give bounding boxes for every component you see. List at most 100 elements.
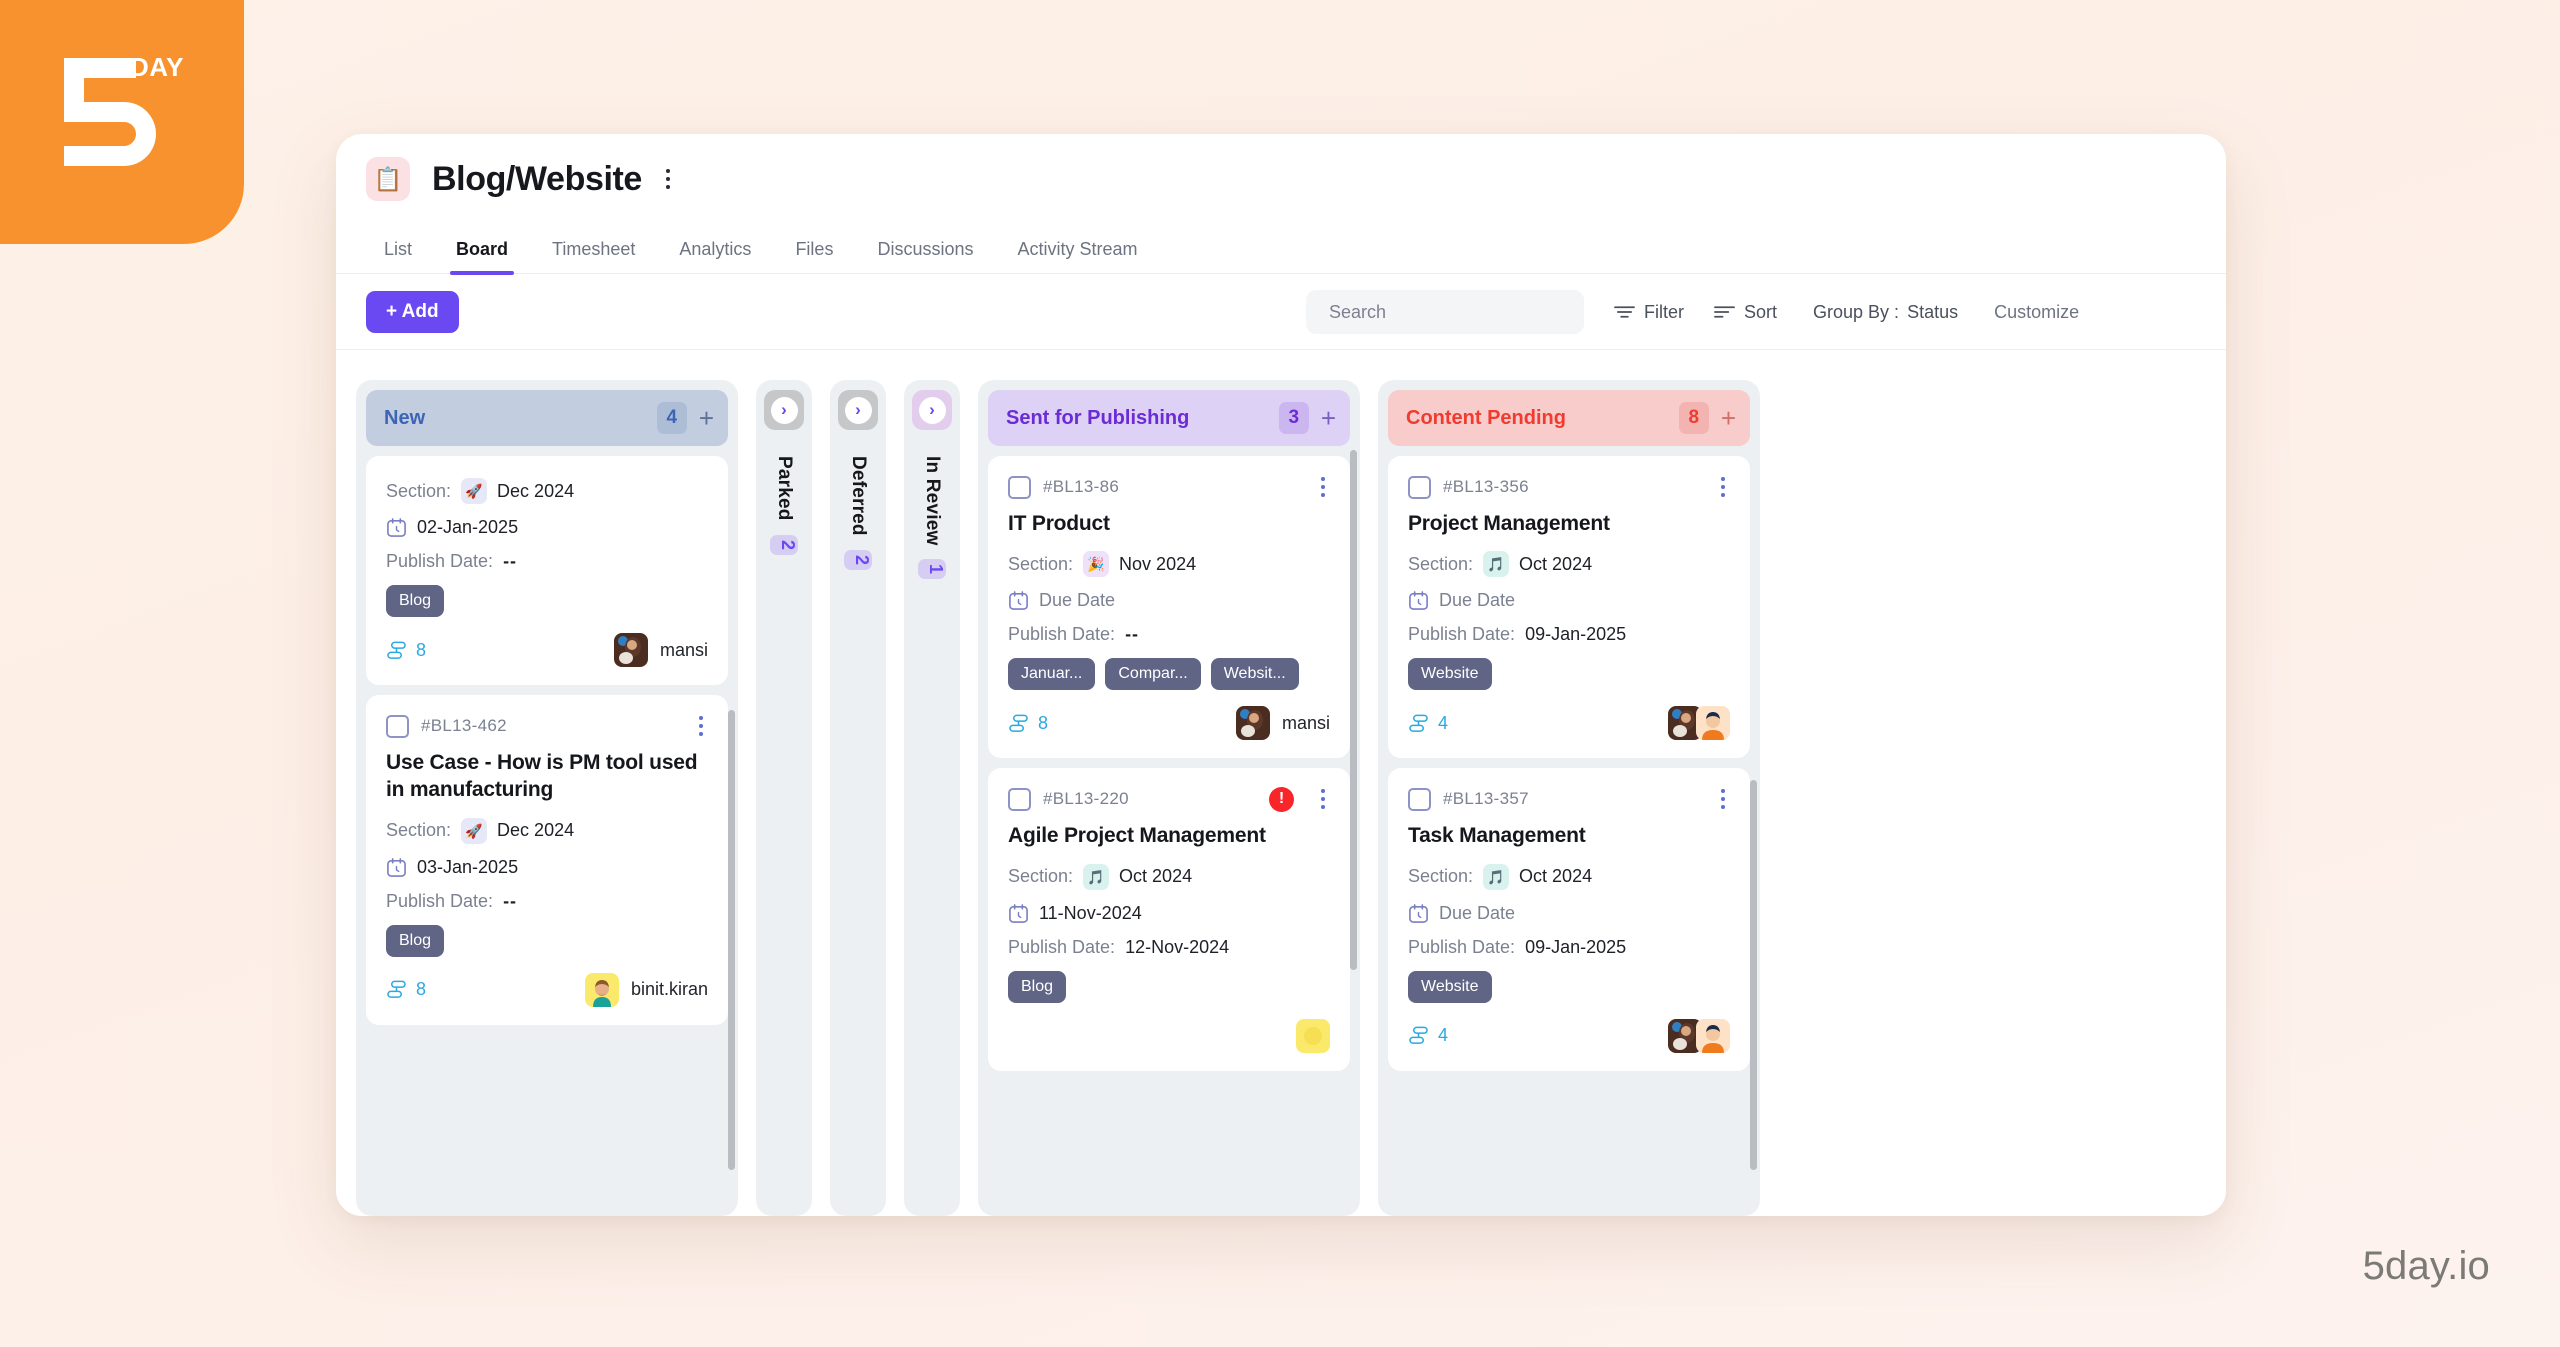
card-publish-row: Publish Date: 12-Nov-2024 (1008, 937, 1330, 958)
card-title: IT Product (1008, 512, 1110, 535)
chevron-right-icon[interactable]: › (918, 396, 946, 424)
card-checkbox[interactable] (386, 714, 409, 738)
assignee[interactable]: mansi (1235, 706, 1330, 741)
card-publish-row: Publish Date: -- (386, 551, 708, 572)
subtask-count[interactable]: 8 (386, 979, 426, 1000)
card-menu-icon[interactable] (1316, 474, 1330, 500)
task-card[interactable]: #BL13-220 ! Agile Project Management Sec… (988, 768, 1350, 1071)
column-title: Content Pending (1406, 406, 1566, 429)
alert-icon[interactable]: ! (1269, 786, 1294, 812)
tab-activity-stream[interactable]: Activity Stream (995, 239, 1159, 273)
calendar-icon (1008, 903, 1029, 924)
card-footer: 8 (386, 633, 708, 667)
subtask-count[interactable]: 4 (1408, 1025, 1448, 1046)
tag-chip[interactable]: Januar... (1008, 658, 1096, 691)
column-cards: #BL13-86 IT Product Section: 🎉 Nov 2024 (988, 456, 1350, 1071)
card-checkbox[interactable] (1408, 475, 1431, 499)
tag-chip[interactable]: Website (1408, 658, 1492, 691)
column-scrollbar[interactable] (728, 710, 735, 1170)
filter-button[interactable]: Filter (1614, 302, 1684, 323)
card-id: #BL13-220 (1043, 789, 1129, 809)
tag-chip[interactable]: Websit... (1210, 658, 1299, 691)
card-section-row: Section: 🎵 Oct 2024 (1408, 863, 1730, 890)
assignee-avatar-group[interactable] (1668, 706, 1730, 741)
column-add-icon[interactable]: + (1721, 405, 1736, 431)
subtask-count[interactable]: 8 (1008, 713, 1048, 734)
column-add-icon[interactable]: + (1321, 405, 1336, 431)
column-title: Deferred (848, 456, 869, 536)
column-expand-button[interactable]: › (838, 390, 878, 430)
tab-timesheet[interactable]: Timesheet (530, 239, 657, 273)
column-count: 3 (1278, 402, 1309, 434)
tag-chip[interactable]: Blog (1008, 970, 1067, 1003)
tag-chip[interactable]: Blog (386, 924, 445, 957)
subtask-count-value: 8 (416, 639, 427, 660)
card-publish-row: Publish Date: -- (386, 891, 708, 912)
column-scrollbar[interactable] (1350, 450, 1357, 970)
sort-button[interactable]: Sort (1714, 302, 1777, 323)
column-title: In Review (922, 456, 943, 546)
task-card[interactable]: #BL13-462 Use Case - How is PM tool used… (366, 695, 728, 1025)
card-due-date-row: Due Date (1408, 590, 1730, 611)
card-title: Agile Project Management (1008, 824, 1266, 848)
task-card[interactable]: #BL13-357 Task Management Section: 🎵 Oct… (1388, 768, 1750, 1071)
column-scrollbar[interactable] (1750, 780, 1757, 1170)
assignee-avatar-group[interactable] (1668, 1018, 1730, 1053)
chevron-right-icon[interactable]: › (844, 396, 872, 424)
tag-chip[interactable]: Website (1408, 970, 1492, 1003)
card-footer: 4 (1408, 1018, 1730, 1053)
card-due-date-row: Due Date (1008, 590, 1330, 611)
task-card[interactable]: Section: 🚀 Dec 2024 02-Jan-2025 Publish … (366, 456, 728, 685)
add-button[interactable]: + Add (366, 290, 459, 333)
task-card[interactable]: #BL13-356 Project Management Section: 🎵 … (1388, 456, 1750, 759)
column-header-new[interactable]: New 4 + (366, 390, 728, 446)
task-card[interactable]: #BL13-86 IT Product Section: 🎉 Nov 2024 (988, 456, 1350, 759)
kebab-menu-icon[interactable] (658, 163, 678, 195)
board-toolbar: + Add Filter (336, 274, 2226, 350)
assignee[interactable]: mansi (613, 633, 708, 667)
subtask-count[interactable]: 8 (386, 640, 426, 661)
avatar (584, 972, 619, 1007)
assignee[interactable] (1296, 1018, 1330, 1053)
card-menu-icon[interactable] (1316, 786, 1330, 812)
chevron-right-icon[interactable]: › (770, 396, 798, 424)
card-menu-icon[interactable] (694, 713, 708, 739)
tab-board[interactable]: Board (434, 239, 530, 275)
subtask-icon (387, 641, 406, 659)
column-header-content-pending[interactable]: Content Pending 8 + (1388, 390, 1750, 446)
board-column-parked[interactable]: › Parked 2 (756, 380, 812, 1216)
assignee[interactable]: binit.kiran (584, 972, 708, 1007)
card-checkbox[interactable] (1408, 787, 1431, 811)
card-footer: 4 (1408, 706, 1730, 741)
section-value: Oct 2024 (1119, 866, 1193, 887)
card-menu-icon[interactable] (1716, 474, 1730, 500)
column-expand-button[interactable]: › (912, 390, 952, 430)
card-menu-icon[interactable] (1716, 786, 1730, 812)
board-column-in-review[interactable]: › In Review 1 (904, 380, 960, 1216)
tab-list[interactable]: List (362, 239, 434, 273)
subtask-count[interactable]: 4 (1408, 713, 1448, 734)
customize-button[interactable]: Customize (1994, 302, 2079, 323)
section-label: Section: (1008, 553, 1074, 574)
section-value: Dec 2024 (497, 480, 575, 501)
tab-discussions[interactable]: Discussions (855, 239, 995, 273)
column-expand-button[interactable]: › (764, 390, 804, 430)
publish-label: Publish Date: (386, 890, 494, 911)
card-checkbox[interactable] (1008, 787, 1031, 811)
column-header-sent-for-publishing[interactable]: Sent for Publishing 3 + (988, 390, 1350, 446)
group-by-button[interactable]: Group By : Status (1813, 302, 1958, 323)
search-input[interactable] (1329, 301, 1561, 323)
column-add-icon[interactable]: + (699, 405, 714, 431)
publish-value: -- (503, 890, 518, 911)
search-box[interactable] (1306, 290, 1584, 334)
tab-analytics[interactable]: Analytics (657, 239, 773, 273)
tab-files[interactable]: Files (773, 239, 855, 273)
music-note-emoji-icon: 🎵 (1483, 551, 1510, 578)
tag-chip[interactable]: Compar... (1105, 658, 1201, 691)
tag-chip[interactable]: Blog (386, 585, 445, 617)
card-due-date-row: Due Date (1408, 903, 1730, 924)
subtask-count-value: 4 (1438, 712, 1449, 733)
board-column-deferred[interactable]: › Deferred 2 (830, 380, 886, 1216)
card-checkbox[interactable] (1008, 475, 1031, 499)
card-header: #BL13-462 (386, 713, 708, 739)
